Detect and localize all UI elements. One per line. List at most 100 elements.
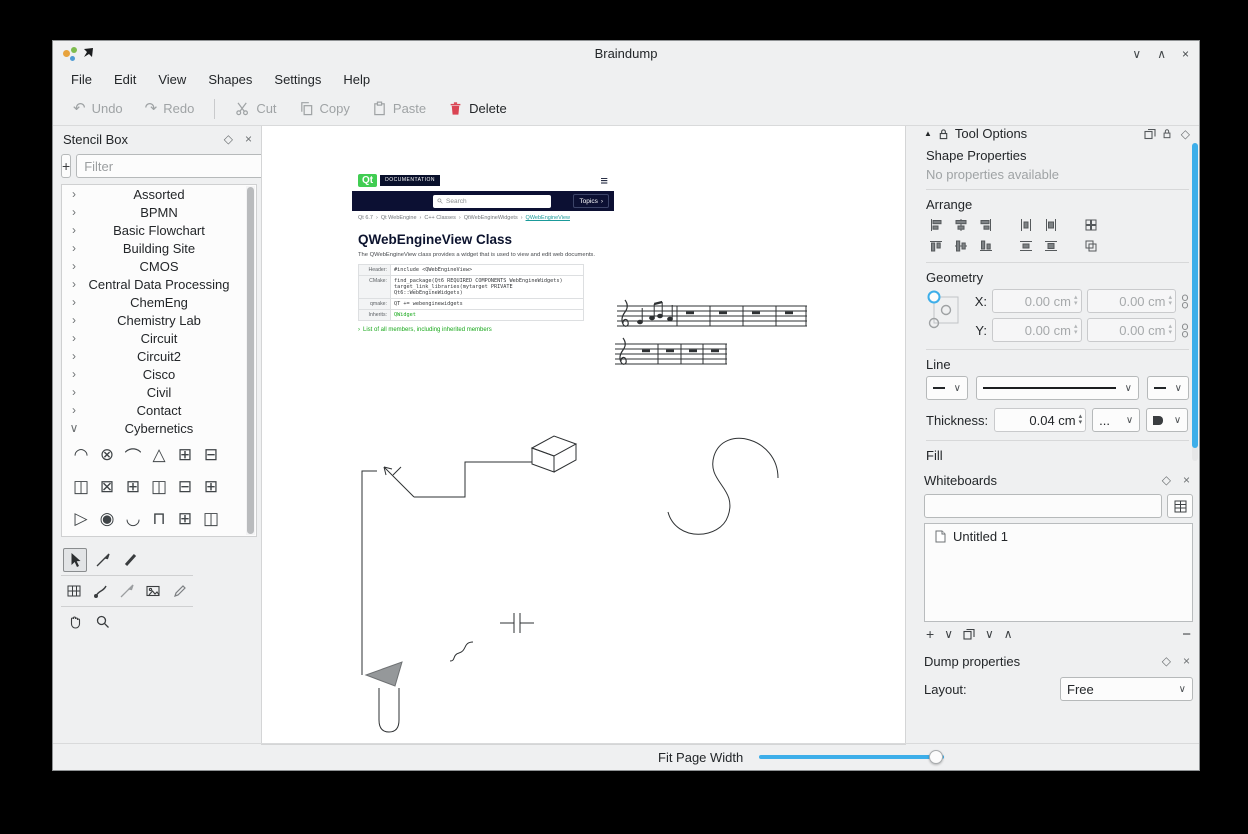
image-tool-button[interactable] xyxy=(142,579,164,603)
close-dock-button[interactable]: × xyxy=(1180,473,1193,487)
squiggle-shape[interactable] xyxy=(450,642,473,661)
menu-shapes[interactable]: Shapes xyxy=(198,69,262,90)
distribute-v-top-button[interactable] xyxy=(1016,237,1036,255)
stencil-shape-icon[interactable]: ◡ xyxy=(120,503,146,535)
stencil-category[interactable]: › BPMN xyxy=(62,203,256,221)
align-left-button[interactable] xyxy=(926,216,946,234)
whiteboard-canvas[interactable]: Qt DOCUMENTATION ≡ Search Topics › Qt 6.… xyxy=(261,126,906,745)
stencil-shape-icon[interactable]: ▷ xyxy=(68,503,94,535)
stencil-shape-icon[interactable]: ⊗ xyxy=(94,439,120,471)
add-whiteboard-button[interactable]: + xyxy=(926,626,934,642)
align-bottom-button[interactable] xyxy=(976,237,996,255)
stencil-category[interactable]: › ChemEng xyxy=(62,293,256,311)
tube-shape[interactable] xyxy=(379,688,399,732)
titlebar[interactable]: Braindump ∨ ∧ × xyxy=(53,41,1199,66)
whiteboards-search-input[interactable] xyxy=(924,494,1162,518)
undo-button[interactable]: ↶ Undo xyxy=(65,96,131,121)
add-stencil-button[interactable]: + xyxy=(61,154,71,178)
line-tool-button[interactable] xyxy=(91,548,115,572)
stencil-category[interactable]: › Civil xyxy=(62,383,256,401)
sine-curve-shape[interactable] xyxy=(668,438,778,534)
close-button[interactable]: × xyxy=(1182,47,1189,61)
stencil-shape-icon[interactable]: ⊟ xyxy=(198,439,224,471)
position-anchor-widget[interactable] xyxy=(926,289,966,333)
link-width-icon[interactable] xyxy=(1181,294,1189,309)
align-hcenter-button[interactable] xyxy=(951,216,971,234)
move-up-button[interactable]: ∧ xyxy=(1004,627,1013,641)
zoom-mode-label[interactable]: Fit Page Width xyxy=(658,750,743,765)
x-position-spinbox[interactable]: 0.00 cm ▴▾ xyxy=(992,289,1082,313)
float-dock-button[interactable]: ◇ xyxy=(1178,127,1193,141)
stencil-filter-input[interactable] xyxy=(76,154,268,178)
zoom-slider-handle[interactable] xyxy=(929,750,943,764)
stencil-shape-icon[interactable]: ⊞ xyxy=(172,503,198,535)
layout-combo[interactable]: Free ∨ xyxy=(1060,677,1193,701)
stencil-category[interactable]: › Basic Flowchart xyxy=(62,221,256,239)
float-dock-button[interactable]: ◇ xyxy=(1159,654,1174,668)
grid-arrange-button[interactable] xyxy=(1081,216,1101,234)
stencil-shape-icon[interactable]: ⊠ xyxy=(94,471,120,503)
stencil-category[interactable]: › Assorted xyxy=(62,185,256,203)
stencil-shape-icon[interactable]: ⊓ xyxy=(146,503,172,535)
menu-file[interactable]: File xyxy=(61,69,102,90)
calligraphy-tool-button[interactable] xyxy=(119,548,143,572)
zoom-tool-button[interactable] xyxy=(91,610,115,634)
thickness-spinbox[interactable]: 0.04 cm ▴▾ xyxy=(994,408,1086,432)
stencil-category-expanded[interactable]: ∨ Cybernetics xyxy=(62,419,256,437)
maximize-button[interactable]: ∧ xyxy=(1157,47,1166,61)
pan-tool-button[interactable] xyxy=(63,610,87,634)
stencil-shape-icon[interactable]: △ xyxy=(146,439,172,471)
copy-button[interactable]: Copy xyxy=(291,96,358,121)
distribute-v-center-button[interactable] xyxy=(1041,237,1061,255)
width-spinbox[interactable]: 0.00 cm ▴▾ xyxy=(1087,289,1177,313)
duplicate-whiteboard-button[interactable] xyxy=(963,628,975,640)
cap-style-combo[interactable]: ∨ xyxy=(1146,408,1188,432)
diagonal-arrow-shape[interactable] xyxy=(384,467,414,497)
stencil-shape-icon[interactable]: ◠ xyxy=(68,439,94,471)
triangle-shape[interactable] xyxy=(366,662,402,686)
line-style-combo[interactable]: ∨ xyxy=(976,376,1139,400)
stencil-category[interactable]: › Building Site xyxy=(62,239,256,257)
float-dock-button[interactable]: ◇ xyxy=(1159,473,1174,487)
stencil-category[interactable]: › Central Data Processing xyxy=(62,275,256,293)
stencil-shape-icon[interactable]: ◫ xyxy=(198,503,224,535)
stencil-category[interactable]: › CMOS xyxy=(62,257,256,275)
align-top-button[interactable] xyxy=(926,237,946,255)
stencil-category[interactable]: › Circuit2 xyxy=(62,347,256,365)
distribute-h-center-button[interactable] xyxy=(1041,216,1061,234)
menu-edit[interactable]: Edit xyxy=(104,69,146,90)
distribute-h-left-button[interactable] xyxy=(1016,216,1036,234)
stencil-category[interactable]: › Circuit xyxy=(62,329,256,347)
float-dock-button[interactable]: ◇ xyxy=(221,132,236,146)
stencil-list-scrollbar[interactable] xyxy=(246,186,255,535)
tool-options-scrollbar[interactable] xyxy=(1192,143,1198,461)
cube-shape[interactable] xyxy=(532,436,576,472)
group-shapes-button[interactable] xyxy=(1081,237,1101,255)
align-vcenter-button[interactable] xyxy=(951,237,971,255)
detach-icon[interactable] xyxy=(1144,128,1156,140)
link-height-icon[interactable] xyxy=(1181,323,1189,338)
pencil-tool-button[interactable] xyxy=(169,579,191,603)
add-options-arrow[interactable]: ∨ xyxy=(944,627,953,641)
pen2-tool-button[interactable] xyxy=(116,579,138,603)
bracket-line-shape[interactable] xyxy=(362,471,377,675)
cut-button[interactable]: Cut xyxy=(227,96,284,121)
menu-settings[interactable]: Settings xyxy=(264,69,331,90)
y-position-spinbox[interactable]: 0.00 cm ▴▾ xyxy=(992,318,1082,342)
stencil-shape-icon[interactable]: ⊞ xyxy=(198,471,224,503)
zoom-slider-track[interactable] xyxy=(759,755,944,759)
stencil-shape-icon[interactable]: ◫ xyxy=(68,471,94,503)
collapse-triangle-icon[interactable]: ▲ xyxy=(924,129,932,138)
stencil-shape-icon[interactable]: ⊞ xyxy=(172,439,198,471)
delete-button[interactable]: Delete xyxy=(440,96,515,121)
stroke-tool-button[interactable] xyxy=(89,579,111,603)
capacitor-shape[interactable] xyxy=(500,613,534,633)
close-dock-button[interactable]: × xyxy=(1180,654,1193,668)
stencil-shape-icon[interactable]: ⊙ xyxy=(68,535,94,537)
zoom-slider[interactable] xyxy=(759,749,944,765)
stencil-shape-icon[interactable]: ⊘ xyxy=(120,535,146,537)
whiteboards-view-button[interactable] xyxy=(1167,494,1193,518)
stencil-shape-icon[interactable]: ◫ xyxy=(146,471,172,503)
whiteboard-list-item[interactable]: Untitled 1 xyxy=(925,524,1192,548)
menu-view[interactable]: View xyxy=(148,69,196,90)
